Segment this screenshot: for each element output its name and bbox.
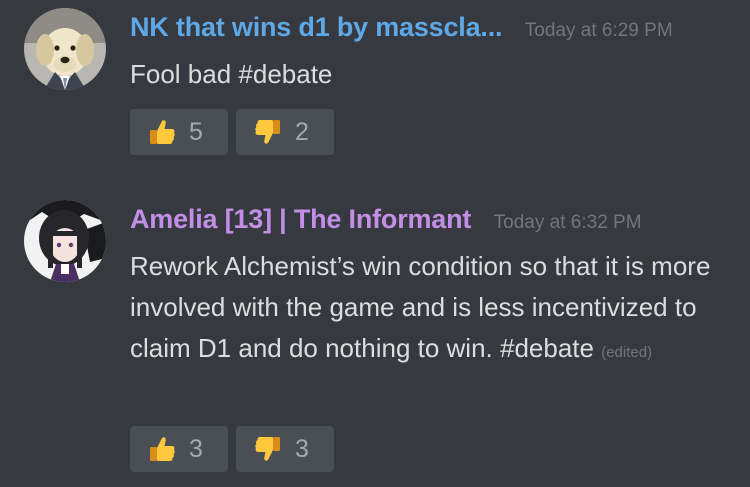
username[interactable]: NK that wins d1 by masscla... (130, 12, 503, 42)
reaction-count: 2 (295, 117, 309, 146)
username[interactable]: Amelia [13] | The Informant (130, 204, 471, 234)
thumbs-down-icon (255, 120, 280, 144)
thumbs-up-icon (150, 120, 175, 144)
reaction-bar: 5 2 (130, 109, 334, 155)
message-header: NK that wins d1 by masscla... Today at 6… (130, 12, 673, 43)
reaction-count: 5 (189, 117, 203, 146)
reaction-thumbs-down[interactable]: 2 (236, 109, 334, 155)
anime-girl-avatar[interactable] (24, 200, 106, 282)
reaction-thumbs-down[interactable]: 3 (236, 426, 334, 472)
timestamp: Today at 6:32 PM (493, 212, 642, 233)
reaction-thumbs-up[interactable]: 3 (130, 426, 228, 472)
dog-in-suit-avatar[interactable] (24, 8, 106, 90)
reaction-count: 3 (189, 434, 203, 463)
reaction-count: 3 (295, 434, 309, 463)
thumbs-down-icon (255, 437, 280, 461)
message-content: Fool bad #debate (130, 54, 730, 95)
reaction-bar: 3 3 (130, 426, 334, 472)
message-text: Fool bad #debate (130, 59, 333, 89)
message-content: Rework Alchemist’s win condition so that… (130, 246, 730, 373)
thumbs-up-icon (150, 437, 175, 461)
reaction-thumbs-up[interactable]: 5 (130, 109, 228, 155)
message-header: Amelia [13] | The Informant Today at 6:3… (130, 204, 642, 235)
edited-marker: (edited) (601, 344, 653, 361)
timestamp: Today at 6:29 PM (524, 20, 673, 41)
